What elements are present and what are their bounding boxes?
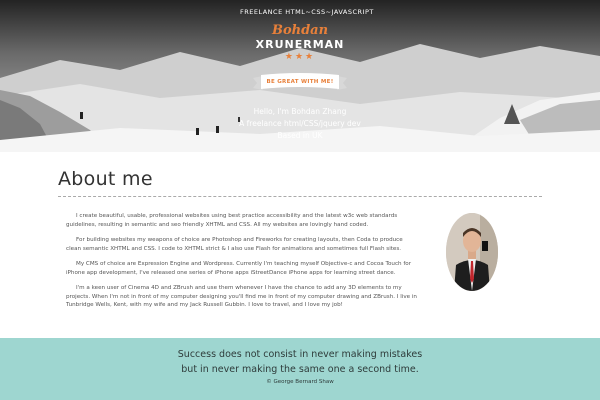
quote-line-1: Success does not consist in never making… xyxy=(177,349,423,360)
badge-last-name: XRUNERMAN xyxy=(255,38,345,51)
about-divider xyxy=(58,196,542,197)
about-body: I create beautiful, usable, professional… xyxy=(66,212,418,317)
about-paragraph: For building websites my weapons of choi… xyxy=(66,237,403,252)
intro-line-location: Based in UK xyxy=(277,131,323,140)
intro-line-role: A freelance html/CSS/jquery dev xyxy=(239,119,361,128)
quote-author: © George Bernard Shaw xyxy=(266,379,334,385)
profile-photo-icon xyxy=(446,213,498,291)
quote-banner: Success does not consist in never making… xyxy=(0,338,600,400)
avatar xyxy=(446,213,498,291)
badge-first-name: Bohdan xyxy=(271,23,329,38)
intro-line-greeting: Hello, I'm Bohdan Zhang xyxy=(253,107,347,116)
quote-line-2: but in never making the same one a secon… xyxy=(181,364,419,375)
about-paragraph: My CMS of choice are Expression Engine a… xyxy=(66,261,412,276)
star-icon-row: ★★★ xyxy=(284,52,316,62)
ribbon-text: BE GREAT WITH ME! xyxy=(266,79,334,85)
ribbon-banner: BE GREAT WITH ME! xyxy=(253,72,347,94)
logo-badge: FREELANCE HTML~CSS~JAVASCRIPT Bohdan XRU… xyxy=(240,8,374,62)
about-paragraph: I create beautiful, usable, professional… xyxy=(66,213,398,228)
about-paragraph: I'm a keen user of Cinema 4D and ZBrush … xyxy=(66,285,417,308)
about-heading: About me xyxy=(58,168,153,190)
badge-tagline: FREELANCE HTML~CSS~JAVASCRIPT xyxy=(240,8,374,16)
hero-banner: FREELANCE HTML~CSS~JAVASCRIPT Bohdan XRU… xyxy=(0,0,600,152)
intro-text: Hello, I'm Bohdan Zhang A freelance html… xyxy=(200,106,400,142)
